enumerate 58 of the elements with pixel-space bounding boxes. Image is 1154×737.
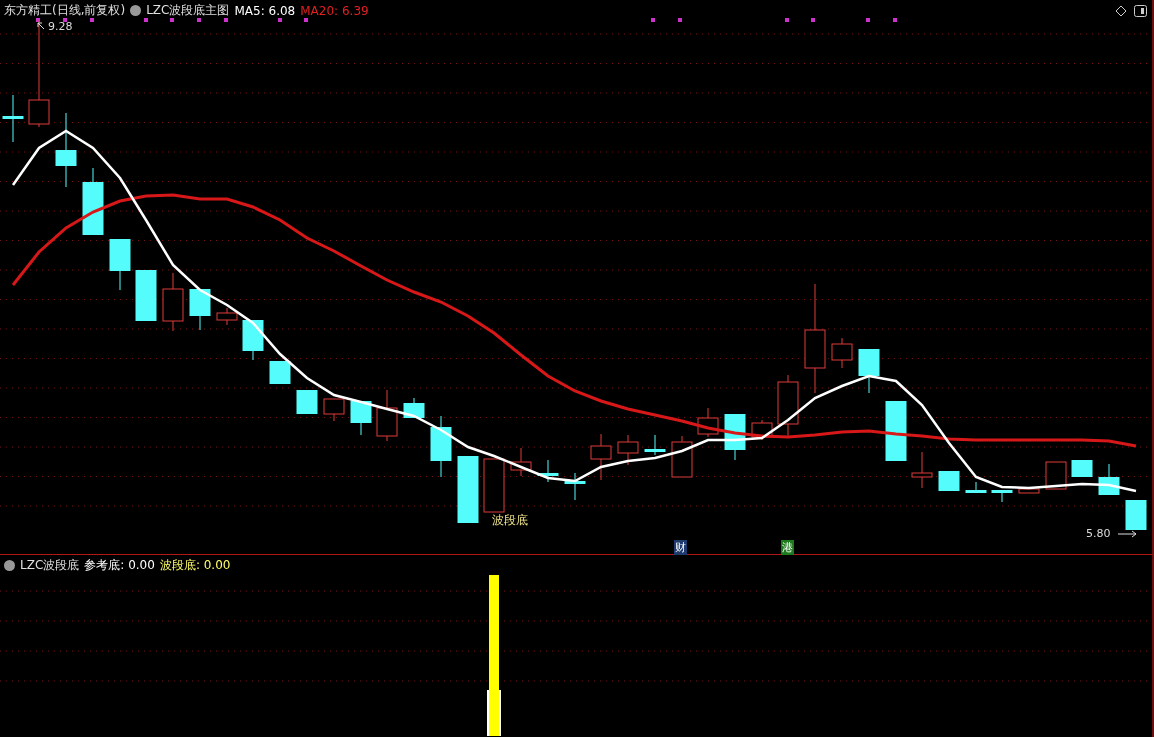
indicator-reading: 参考底: 0.00 [84, 557, 155, 574]
candle [269, 360, 291, 385]
candle [644, 434, 666, 456]
indicator-reading: 波段底: 0.00 [159, 557, 231, 574]
candle [1098, 463, 1120, 496]
candle [724, 413, 746, 461]
candle [510, 447, 532, 477]
indicator-name[interactable]: LZC波段底主图 [146, 2, 230, 19]
candle [350, 400, 372, 436]
panel-toggle-icon[interactable] [1134, 5, 1147, 17]
candle [162, 272, 184, 332]
candle [242, 319, 264, 361]
low-price-label: 5.80 [1086, 527, 1111, 540]
candle [376, 389, 398, 442]
candle [82, 167, 104, 236]
candle [617, 434, 639, 466]
candle [885, 400, 907, 462]
candle [1071, 459, 1093, 478]
candle [1125, 499, 1147, 531]
candle [991, 489, 1013, 503]
candle [1045, 461, 1067, 490]
arrow-icon [37, 22, 45, 30]
candle [2, 94, 24, 143]
candle [777, 374, 799, 437]
candle [590, 433, 612, 481]
candle [457, 455, 479, 524]
candle [483, 458, 505, 513]
candle [965, 481, 987, 493]
dropdown-icon[interactable] [130, 5, 142, 16]
candle [403, 397, 425, 419]
ma-reading: MA5: 6.08 [234, 3, 296, 18]
signal-label: 波段底 [492, 512, 528, 529]
candle [858, 348, 880, 394]
candle [109, 238, 131, 291]
high-price-label: 9.28 [48, 20, 73, 33]
candle [135, 269, 157, 322]
candle [671, 435, 693, 478]
candle [751, 419, 773, 441]
candle [831, 337, 853, 369]
candle [323, 398, 345, 422]
candle [564, 472, 586, 501]
candle [911, 451, 933, 489]
ma-reading: MA20: 6.39 [300, 3, 369, 18]
candle [938, 470, 960, 492]
event-tag[interactable]: 港 [781, 540, 794, 555]
event-tag[interactable]: 财 [674, 540, 687, 555]
candle [537, 459, 559, 483]
candle [697, 407, 719, 438]
candle [430, 415, 452, 478]
candle [189, 288, 211, 331]
candle [296, 389, 318, 415]
stock-title: 东方精工(日线,前复权) [4, 2, 126, 19]
dropdown-icon[interactable] [4, 560, 15, 571]
indicator-name[interactable]: LZC波段底 [20, 557, 80, 574]
candle [1018, 488, 1040, 494]
candle [216, 307, 238, 326]
arrow-icon [1117, 530, 1137, 538]
diamond-icon[interactable] [1115, 5, 1127, 17]
